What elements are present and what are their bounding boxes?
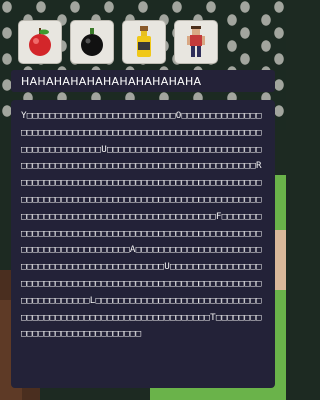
dialog-title-bar: HAHAHAHAHAHAHAHAHAHAHA [11, 70, 275, 92]
bomb-icon [81, 28, 103, 56]
dialog-text: Y□□□□□□□□□□□□□□□□□□□□□□□□□□O□□□□□□□□□□□□… [21, 110, 262, 340]
inventory-slot-bomb[interactable] [70, 20, 114, 64]
inventory-slot-apple[interactable] [18, 20, 62, 64]
dialog-box[interactable]: Y□□□□□□□□□□□□□□□□□□□□□□□□□□O□□□□□□□□□□□□… [11, 100, 275, 388]
inventory-slot-character[interactable] [174, 20, 218, 64]
inventory-bar [18, 20, 218, 64]
bottle-icon [137, 26, 151, 57]
dialog-title: HAHAHAHAHAHAHAHAHAHAHA [21, 74, 202, 88]
apple-icon [29, 28, 51, 56]
inventory-slot-bottle[interactable] [122, 20, 166, 64]
character-icon [187, 26, 205, 57]
